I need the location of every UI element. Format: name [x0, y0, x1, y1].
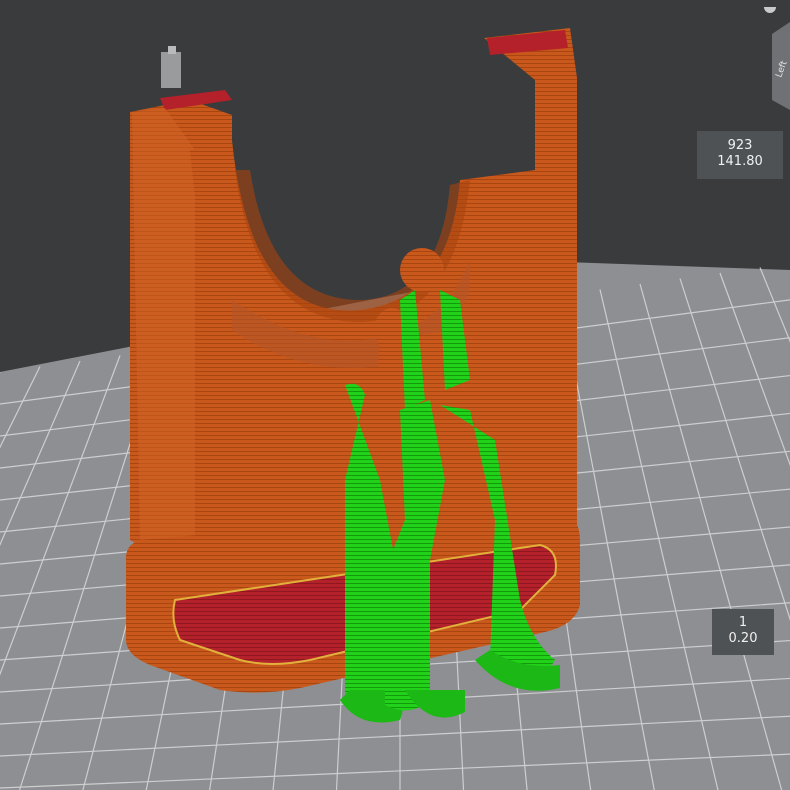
layer-slider-top-label[interactable]: 923 141.80 [697, 131, 783, 179]
scene-canvas[interactable]: Left [0, 0, 790, 790]
layer-slider-bottom-label[interactable]: 1 0.20 [712, 609, 774, 655]
window-corner-indicator [758, 0, 782, 13]
view-cube[interactable]: Left [772, 22, 790, 110]
bottom-layer-height: 0.20 [728, 631, 758, 646]
bottom-layer-number: 1 [738, 615, 748, 630]
top-layer-height: 141.80 [717, 154, 763, 169]
purge-tower-icon [161, 46, 181, 88]
top-layer-number: 923 [727, 138, 753, 153]
3d-viewport[interactable]: Left 923 141.80 1 0.20 [0, 0, 790, 790]
